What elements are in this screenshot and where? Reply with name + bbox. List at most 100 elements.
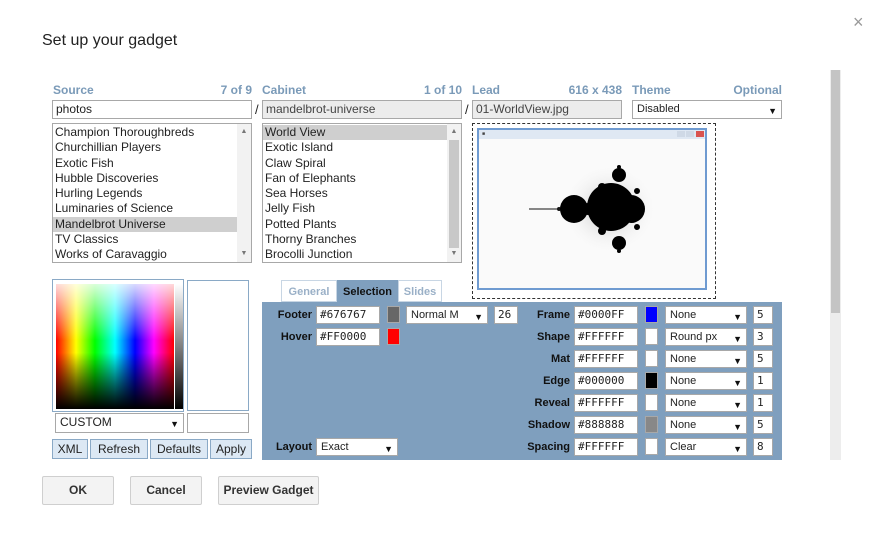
cabinet-list-item[interactable]: Brocolli Junction: [263, 247, 447, 262]
spacing-style-select[interactable]: Clear ▼: [665, 438, 747, 456]
source-list-item[interactable]: Champion Thoroughbreds: [53, 125, 237, 140]
shape-style-select[interactable]: Round px ▼: [665, 328, 747, 346]
spacing-color-input[interactable]: #FFFFFF: [574, 438, 638, 456]
cabinet-list-item[interactable]: Fan of Elephants: [263, 171, 447, 186]
scroll-up-icon[interactable]: ▲: [447, 126, 461, 138]
reveal-style-select[interactable]: None ▼: [665, 394, 747, 412]
scroll-thumb[interactable]: [449, 140, 459, 248]
edge-style-select[interactable]: None ▼: [665, 372, 747, 390]
theme-select[interactable]: Disabled ▼: [632, 100, 782, 119]
cabinet-list-item[interactable]: Jelly Fish: [263, 201, 447, 216]
mat-color-input[interactable]: #FFFFFF: [574, 350, 638, 368]
edge-color-input[interactable]: #000000: [574, 372, 638, 390]
xml-button[interactable]: XML: [52, 439, 88, 459]
shadow-style-select[interactable]: None ▼: [665, 416, 747, 434]
cabinet-list[interactable]: World View Exotic Island Claw Spiral Fan of…: [262, 123, 462, 263]
preview-gadget-button[interactable]: Preview Gadget: [218, 476, 319, 505]
mat-color-swatch[interactable]: [645, 350, 658, 367]
frame-size-input[interactable]: 5: [753, 306, 773, 324]
shape-color-swatch[interactable]: [645, 328, 658, 345]
scroll-up-icon[interactable]: ▲: [237, 126, 251, 138]
color-spectrum-shade: [56, 284, 174, 409]
cabinet-header: Cabinet: [262, 83, 307, 97]
reveal-color-swatch[interactable]: [645, 394, 658, 411]
source-list-item[interactable]: Hurling Legends: [53, 186, 237, 201]
source-list-item[interactable]: Churchillian Players: [53, 140, 237, 155]
cabinet-list-item[interactable]: Sea Horses: [263, 186, 447, 201]
preview-titlebar: ■: [479, 130, 705, 139]
scroll-down-icon[interactable]: ▼: [237, 248, 251, 260]
cabinet-list-item[interactable]: Claw Spiral: [263, 156, 447, 171]
dialog-scroll-thumb[interactable]: [831, 70, 840, 313]
mat-style-select[interactable]: None ▼: [665, 350, 747, 368]
edge-color-swatch[interactable]: [645, 372, 658, 389]
palette-select[interactable]: CUSTOM ▼: [55, 413, 184, 433]
source-list-item[interactable]: Hubble Discoveries: [53, 171, 237, 186]
hover-color-swatch[interactable]: [387, 328, 400, 345]
cabinet-list-item[interactable]: Exotic Island: [263, 140, 447, 155]
spacing-label: Spacing: [527, 441, 570, 453]
shape-size-input[interactable]: 3: [753, 328, 773, 346]
lead-preview[interactable]: ■: [472, 123, 716, 299]
defaults-button[interactable]: Defaults: [150, 439, 208, 459]
cabinet-list-item[interactable]: World View: [263, 125, 447, 141]
mat-label: Mat: [551, 353, 570, 365]
shadow-size-input[interactable]: 5: [753, 416, 773, 434]
layout-select[interactable]: Exact ▼: [316, 438, 398, 456]
apply-button[interactable]: Apply: [210, 439, 252, 459]
cabinet-list-item[interactable]: Potted Plants: [263, 217, 447, 232]
dialog-scrollbar[interactable]: [830, 70, 841, 460]
cabinet-input[interactable]: mandelbrot-universe: [262, 100, 462, 119]
frame-style-value: None: [670, 309, 697, 321]
frame-style-select[interactable]: None ▼: [665, 306, 747, 324]
tab-general[interactable]: General: [281, 280, 337, 302]
source-list-item[interactable]: Exotic Fish: [53, 156, 237, 171]
reveal-style-value: None: [670, 397, 697, 409]
source-list-item[interactable]: TV Classics: [53, 232, 237, 247]
ok-button[interactable]: OK: [42, 476, 114, 505]
source-list-scrollbar[interactable]: ▲ ▼: [237, 124, 251, 262]
chevron-down-icon: ▼: [733, 356, 742, 366]
cabinet-list-item[interactable]: Thorny Branches: [263, 232, 447, 247]
reveal-size-input[interactable]: 1: [753, 394, 773, 412]
theme-header: Theme: [632, 83, 671, 97]
source-list-item[interactable]: Luminaries of Science: [53, 201, 237, 216]
footer-font-select[interactable]: Normal M ▼: [406, 306, 488, 324]
shadow-color-input[interactable]: #888888: [574, 416, 638, 434]
color-preview: [187, 280, 249, 411]
cabinet-list-scrollbar[interactable]: ▲ ▼: [447, 124, 461, 262]
cancel-button[interactable]: Cancel: [130, 476, 202, 505]
frame-color-input[interactable]: #0000FF: [574, 306, 638, 324]
source-list[interactable]: Champion Thoroughbreds Churchillian Playe…: [52, 123, 252, 263]
shadow-color-swatch[interactable]: [645, 416, 658, 433]
mat-size-input[interactable]: 5: [753, 350, 773, 368]
hover-color-input[interactable]: #FF0000: [316, 328, 380, 346]
tab-selection[interactable]: Selection: [337, 280, 398, 302]
tab-slides[interactable]: Slides: [398, 280, 442, 302]
hover-label: Hover: [280, 331, 312, 343]
close-icon[interactable]: ×: [853, 12, 864, 33]
reveal-color-input[interactable]: #FFFFFF: [574, 394, 638, 412]
color-value-input[interactable]: [187, 413, 249, 433]
spacing-color-swatch[interactable]: [645, 438, 658, 455]
mat-style-value: None: [670, 353, 697, 365]
path-separator: /: [465, 102, 469, 117]
frame-color-swatch[interactable]: [645, 306, 658, 323]
refresh-button[interactable]: Refresh: [90, 439, 148, 459]
scroll-down-icon[interactable]: ▼: [447, 248, 461, 260]
lead-input[interactable]: 01-WorldView.jpg: [472, 100, 622, 119]
edge-size-input[interactable]: 1: [753, 372, 773, 390]
edge-style-value: None: [670, 375, 697, 387]
chevron-down-icon: ▼: [768, 106, 777, 116]
shape-color-input[interactable]: #FFFFFF: [574, 328, 638, 346]
chevron-down-icon: ▼: [733, 312, 742, 322]
footer-color-swatch[interactable]: [387, 306, 400, 323]
source-list-item[interactable]: Works of Caravaggio: [53, 247, 237, 262]
lightness-slider[interactable]: [175, 284, 183, 409]
footer-font-value: Normal M: [411, 309, 459, 321]
footer-color-input[interactable]: #676767: [316, 306, 380, 324]
preview-window: ■: [477, 128, 707, 290]
source-input[interactable]: photos: [52, 100, 252, 119]
source-list-item[interactable]: Mandelbrot Universe: [53, 216, 237, 233]
spacing-size-input[interactable]: 8: [753, 438, 773, 456]
